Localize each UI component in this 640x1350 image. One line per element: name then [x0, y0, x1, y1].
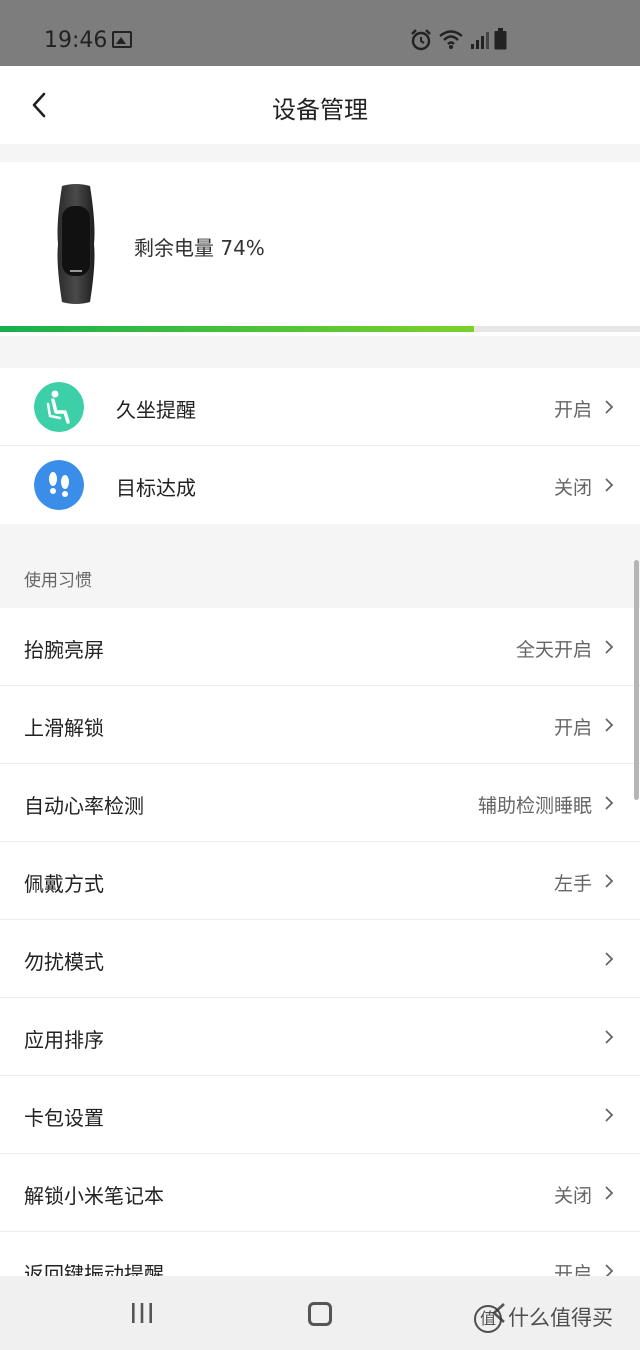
sedentary-reminder-value: 开启 — [553, 399, 592, 421]
chevron-right-icon — [605, 952, 614, 966]
list-item-do-not-disturb[interactable]: 勿扰模式 — [0, 920, 640, 998]
battery-icon — [494, 28, 507, 50]
status-bar: 19:46 — [0, 0, 640, 66]
chevron-right-icon — [605, 718, 614, 732]
swipe-unlock-value: 开启 — [553, 717, 592, 739]
wear-hand-label: 佩戴方式 — [24, 872, 104, 896]
device-battery-card: 剩余电量 74% — [0, 162, 640, 336]
list-item-auto-heart-rate[interactable]: 自动心率检测 辅助检测睡眠 — [0, 764, 640, 842]
sitting-person-icon — [34, 382, 84, 432]
auto-heart-rate-value: 辅助检测睡眠 — [477, 795, 592, 817]
do-not-disturb-label: 勿扰模式 — [24, 950, 104, 974]
watermark-logo: 值 — [474, 1305, 502, 1333]
chevron-right-icon — [605, 1108, 614, 1122]
goal-achieved-value: 关闭 — [553, 477, 592, 499]
signal-icon — [471, 32, 489, 49]
list-item-wear-hand[interactable]: 佩戴方式 左手 — [0, 842, 640, 920]
recent-apps-icon[interactable] — [130, 1302, 154, 1324]
page-title: 设备管理 — [272, 96, 368, 124]
list-item-sedentary-reminder[interactable]: 久坐提醒 开启 — [0, 368, 640, 446]
list-item-app-order[interactable]: 应用排序 — [0, 998, 640, 1076]
auto-heart-rate-label: 自动心率检测 — [24, 794, 144, 818]
status-time: 19:46 — [44, 28, 108, 53]
watermark-text: 什么值得买 — [508, 1306, 613, 1330]
battery-level-text: 剩余电量 74% — [134, 236, 265, 260]
list-item-raise-to-wake[interactable]: 抬腕亮屏 全天开启 — [0, 608, 640, 686]
band-device-image — [57, 184, 95, 304]
usage-habits-group: 抬腕亮屏 全天开启 上滑解锁 开启 自动心率检测 辅助检测睡眠 佩戴方式 左手 … — [0, 608, 640, 1310]
reminders-group: 久坐提醒 开启 目标达成 关闭 — [0, 368, 640, 524]
home-icon[interactable] — [308, 1302, 332, 1326]
list-item-swipe-unlock[interactable]: 上滑解锁 开启 — [0, 686, 640, 764]
app-order-label: 应用排序 — [24, 1028, 104, 1052]
chevron-right-icon — [605, 478, 614, 492]
chevron-right-icon — [605, 400, 614, 414]
battery-progress-bar — [0, 326, 640, 332]
list-item-card-wallet-settings[interactable]: 卡包设置 — [0, 1076, 640, 1154]
card-wallet-settings-label: 卡包设置 — [24, 1106, 104, 1130]
list-item-unlock-mi-notebook[interactable]: 解锁小米笔记本 关闭 — [0, 1154, 640, 1232]
chevron-right-icon — [605, 640, 614, 654]
chevron-right-icon — [605, 796, 614, 810]
raise-to-wake-value: 全天开启 — [515, 639, 592, 661]
sedentary-reminder-label: 久坐提醒 — [116, 398, 196, 422]
list-item-goal-achieved[interactable]: 目标达成 关闭 — [0, 446, 640, 524]
alarm-icon — [411, 29, 431, 51]
gallery-icon — [112, 31, 132, 48]
section-title-usage-habits: 使用习惯 — [24, 571, 92, 591]
raise-to-wake-label: 抬腕亮屏 — [24, 638, 104, 662]
chevron-right-icon — [605, 1030, 614, 1044]
scrollbar[interactable] — [634, 560, 639, 800]
wear-hand-value: 左手 — [553, 873, 592, 895]
watermark: 值什么值得买 — [474, 1302, 613, 1333]
wifi-icon — [439, 30, 463, 49]
unlock-mi-notebook-value: 关闭 — [553, 1185, 592, 1207]
chevron-right-icon — [605, 874, 614, 888]
app-header: 设备管理 — [0, 66, 640, 144]
footprints-icon — [34, 460, 84, 510]
chevron-right-icon — [605, 1186, 614, 1200]
unlock-mi-notebook-label: 解锁小米笔记本 — [24, 1184, 164, 1208]
swipe-unlock-label: 上滑解锁 — [24, 716, 104, 740]
goal-achieved-label: 目标达成 — [116, 476, 196, 500]
battery-progress-fill — [0, 326, 474, 332]
